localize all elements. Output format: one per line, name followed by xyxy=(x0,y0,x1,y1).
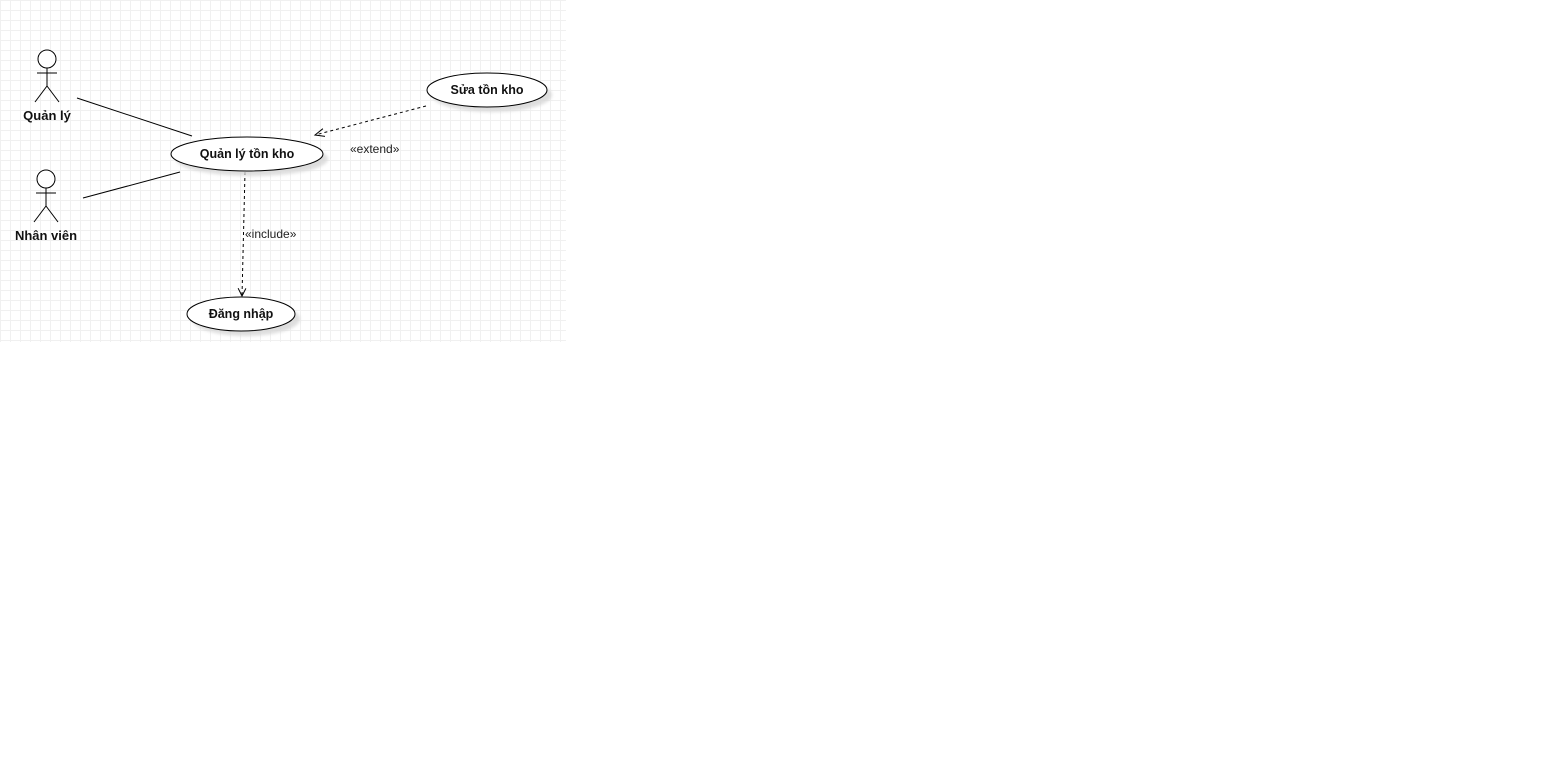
extend-label: «extend» xyxy=(350,142,400,156)
use-case-label: Sửa tồn kho xyxy=(451,83,524,97)
diagram-canvas: «extend» «include» Quản lý Nhân viên Quả… xyxy=(0,0,566,342)
stick-figure-icon xyxy=(33,169,59,223)
actor-nhan-vien[interactable]: Nhân viên xyxy=(15,169,77,243)
association-line-quan-ly[interactable] xyxy=(76,97,193,137)
use-case-dang-nhap[interactable]: Đăng nhập xyxy=(186,296,300,336)
use-case-sua-ton-kho[interactable]: Sửa tồn kho xyxy=(426,72,552,112)
use-case-label: Quản lý tồn kho xyxy=(200,147,295,161)
stick-figure-icon xyxy=(34,49,60,103)
extend-dependency[interactable] xyxy=(313,105,427,137)
use-case-quan-ly-ton-kho[interactable]: Quản lý tồn kho xyxy=(170,136,328,176)
actor-label: Nhân viên xyxy=(15,228,77,243)
actor-quan-ly[interactable]: Quản lý xyxy=(23,49,72,123)
use-case-diagram: «extend» «include» Quản lý Nhân viên Quả… xyxy=(15,49,552,336)
actor-label: Quản lý xyxy=(23,108,71,123)
use-case-label: Đăng nhập xyxy=(209,307,274,321)
association-line-nhan-vien[interactable] xyxy=(82,171,181,199)
include-label: «include» xyxy=(245,227,297,241)
